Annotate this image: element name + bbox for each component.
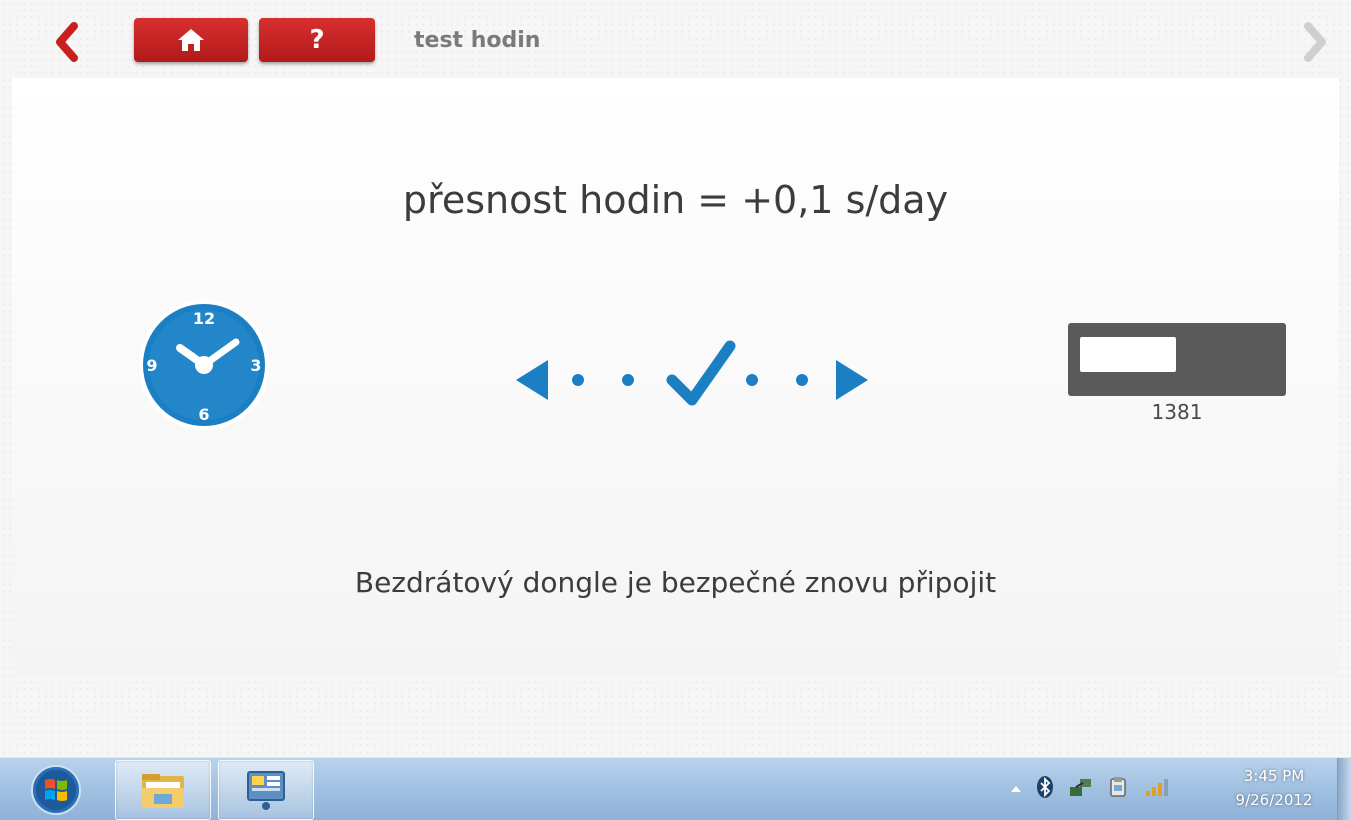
taskbar-file-explorer[interactable] xyxy=(115,760,211,820)
home-button[interactable] xyxy=(134,18,248,62)
usb-icon[interactable] xyxy=(1108,775,1130,803)
device-serial-number: 1381 xyxy=(1151,400,1203,424)
clock-number-3: 3 xyxy=(250,356,261,375)
taskbar-time: 3:45 PM xyxy=(1243,767,1305,785)
clock-number-6: 6 xyxy=(198,405,209,424)
signal-strength-icon[interactable] xyxy=(1144,776,1170,802)
connection-success-icon xyxy=(516,340,868,406)
status-message: Bezdrátový dongle je bezpečné znovu přip… xyxy=(354,566,997,599)
windows-start-icon xyxy=(31,765,81,815)
dongle-screen xyxy=(1080,337,1176,372)
app-icon xyxy=(247,771,285,810)
chevron-left-icon xyxy=(56,22,78,62)
chevron-right-icon xyxy=(1304,22,1326,62)
back-button[interactable] xyxy=(52,22,82,62)
bluetooth-icon[interactable] xyxy=(1036,775,1054,803)
taskbar-app[interactable] xyxy=(218,760,314,820)
arrow-left-icon xyxy=(516,360,548,400)
system-tray xyxy=(1010,772,1170,806)
clock-icon: 12 3 6 9 xyxy=(139,300,269,430)
checkmark-icon xyxy=(666,340,736,406)
taskbar-clock[interactable]: 3:45 PM 9/26/2012 xyxy=(1222,764,1326,812)
dongle-device-icon xyxy=(1068,323,1286,396)
file-explorer-icon xyxy=(142,774,184,808)
home-icon xyxy=(178,29,204,51)
arrow-right-icon xyxy=(836,360,868,400)
show-desktop-button[interactable] xyxy=(1337,758,1351,820)
page-title: test hodin xyxy=(414,28,541,53)
taskbar: 3:45 PM 9/26/2012 xyxy=(0,757,1351,820)
network-device-icon[interactable] xyxy=(1068,775,1094,803)
help-label: ? xyxy=(309,25,325,55)
forward-button[interactable] xyxy=(1300,22,1330,62)
clock-number-9: 9 xyxy=(146,356,157,375)
help-button[interactable]: ? xyxy=(259,18,375,62)
show-hidden-icons-icon[interactable] xyxy=(1010,780,1022,799)
taskbar-date: 9/26/2012 xyxy=(1235,791,1313,809)
clock-number-12: 12 xyxy=(193,309,215,328)
clock-accuracy-result: přesnost hodin = +0,1 s/day xyxy=(402,178,949,222)
start-button[interactable] xyxy=(25,764,87,816)
application-window: ? test hodin přesnost hodin = +0,1 s/day… xyxy=(0,0,1351,757)
